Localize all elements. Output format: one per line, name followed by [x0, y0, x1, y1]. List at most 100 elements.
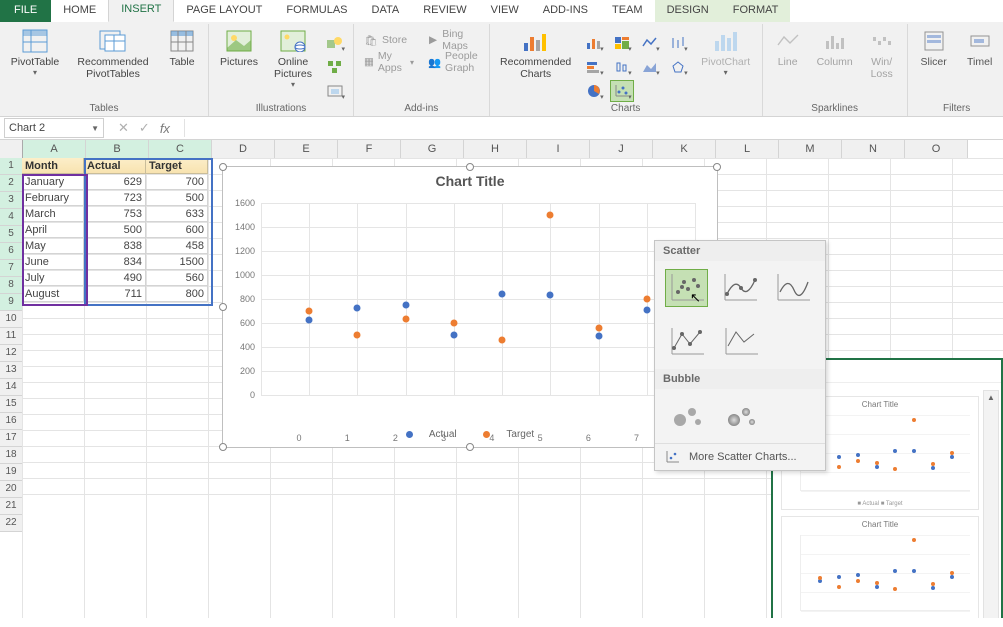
btn-sparkline-winloss[interactable]: Win/ Loss [863, 26, 901, 80]
opt-scatter-smooth[interactable] [772, 269, 815, 307]
more-scatter-charts[interactable]: More Scatter Charts... [655, 443, 825, 470]
fx-icon[interactable]: fx [160, 121, 170, 136]
data-point[interactable] [499, 291, 506, 298]
plot-area[interactable]: 020040060080010001200140016000123456789 [261, 203, 695, 395]
embedded-chart[interactable]: Chart Title 0200400600800100012001400160… [222, 166, 718, 448]
chart-legend[interactable]: Actual Target [223, 429, 717, 441]
btn-chart-scatter[interactable]: ▾ [610, 80, 634, 102]
tab-review[interactable]: REVIEW [411, 0, 478, 22]
style-thumb-2[interactable]: Chart Title■ Actual ■ Target [781, 516, 979, 618]
btn-recommended-charts[interactable]: Recommended Charts [496, 26, 576, 80]
tab-view[interactable]: VIEW [479, 0, 531, 22]
data-point[interactable] [402, 301, 409, 308]
formula-bar: Chart 2▼ ✕ ✓ fx [0, 117, 1003, 140]
scatter-smooth2-icon [774, 272, 812, 304]
formula-input[interactable] [184, 119, 1003, 137]
apps-icon: ▦ [364, 55, 374, 69]
btn-table[interactable]: Table [162, 26, 202, 68]
btn-chart-line[interactable]: ▾ [638, 32, 662, 54]
group-caption: Illustrations [209, 103, 353, 114]
tab-pagelayout[interactable]: PAGE LAYOUT [174, 0, 274, 22]
timeline-icon [965, 28, 995, 54]
worksheet[interactable]: ABCDEFGHIJKLMNO 123456789101112131415161… [0, 140, 1003, 618]
data-point[interactable] [643, 306, 650, 313]
btn-pivottable[interactable]: PivotTable▾ [6, 26, 64, 77]
data-point[interactable] [354, 332, 361, 339]
name-box[interactable]: Chart 2▼ [4, 118, 104, 138]
data-point[interactable] [499, 337, 506, 344]
btn-peoplegraph[interactable]: 👥People Graph [424, 52, 483, 72]
opt-bubble[interactable] [665, 397, 709, 435]
scatter-dropdown: Scatter ↖ Bubble More Scatter Charts... [654, 240, 826, 471]
btn-sparkline-column[interactable]: Column [813, 26, 857, 68]
data-point[interactable] [306, 316, 313, 323]
tab-formulas[interactable]: FORMULAS [274, 0, 359, 22]
sparkline-winloss-icon [867, 28, 897, 54]
btn-slicer[interactable]: Slicer [914, 26, 954, 68]
btn-myapps[interactable]: ▦My Apps ▾ [360, 52, 418, 72]
group-tables: PivotTable▾ Recommended PivotTables Tabl… [0, 24, 209, 116]
btn-chart-statistic[interactable]: ▾ [610, 56, 634, 78]
btn-chart-hierarchy[interactable]: ▾ [610, 32, 634, 54]
opt-scatter-smooth-markers[interactable] [718, 269, 761, 307]
store-icon: 🛍 [364, 33, 378, 47]
btn-recommended-pivottables[interactable]: Recommended PivotTables [70, 26, 156, 80]
tab-format[interactable]: FORMAT [721, 0, 791, 22]
online-pictures-icon [278, 28, 308, 54]
tab-file[interactable]: FILE [0, 0, 51, 22]
scatter-markers-icon [668, 272, 706, 304]
people-icon: 👥 [428, 55, 441, 69]
enter-icon[interactable]: ✓ [139, 120, 150, 136]
data-point[interactable] [595, 333, 602, 340]
group-addins: 🛍Store ▦My Apps ▾ ▶Bing Maps 👥People Gra… [354, 24, 490, 116]
btn-pictures[interactable]: Pictures [215, 26, 263, 68]
data-point[interactable] [450, 332, 457, 339]
pivotchart-icon [711, 28, 741, 54]
tab-addins[interactable]: ADD-INS [531, 0, 600, 22]
data-point[interactable] [643, 296, 650, 303]
opt-scatter-markers[interactable]: ↖ [665, 269, 708, 307]
btn-screenshot[interactable]: ▾ [323, 80, 347, 102]
data-point[interactable] [595, 324, 602, 331]
opt-bubble-3d[interactable] [719, 397, 763, 435]
btn-chart-bar[interactable]: ▾ [582, 56, 606, 78]
btn-chart-stock[interactable]: ▾ [666, 32, 690, 54]
group-sparklines: Line Column Win/ Loss Sparklines [763, 24, 908, 116]
btn-chart-radar[interactable]: ▾ [666, 56, 690, 78]
btn-sparkline-line[interactable]: Line [769, 26, 807, 68]
slicer-icon [919, 28, 949, 54]
tab-team[interactable]: TEAM [600, 0, 655, 22]
btn-chart-area[interactable]: ▾ [638, 56, 662, 78]
btn-timeline[interactable]: Timel [960, 26, 1000, 68]
tab-data[interactable]: DATA [360, 0, 412, 22]
pictures-icon [224, 28, 254, 54]
group-filters: Slicer Timel Filters [908, 24, 1003, 116]
btn-smartart[interactable] [323, 56, 347, 78]
data-point[interactable] [547, 212, 554, 219]
data-table[interactable]: MonthActualTargetJanuary629700February72… [22, 158, 208, 302]
btn-pivotchart[interactable]: PivotChart▾ [696, 26, 756, 77]
btn-store[interactable]: 🛍Store [360, 30, 418, 50]
tab-insert[interactable]: INSERT [108, 0, 174, 22]
btn-online-pictures[interactable]: Online Pictures▾ [269, 26, 317, 89]
data-point[interactable] [354, 305, 361, 312]
styles-scrollbar[interactable]: ▲▼ [983, 390, 999, 618]
data-point[interactable] [402, 316, 409, 323]
btn-shapes[interactable]: ▾ [323, 32, 347, 54]
bubble-icon [668, 400, 706, 432]
tab-design[interactable]: DESIGN [655, 0, 721, 22]
cancel-icon[interactable]: ✕ [118, 120, 129, 136]
data-point[interactable] [450, 320, 457, 327]
column-headers[interactable]: ABCDEFGHIJKLMNO [0, 140, 968, 158]
data-point[interactable] [306, 308, 313, 315]
opt-scatter-lines[interactable] [719, 323, 763, 361]
btn-chart-pie[interactable]: ▾ [582, 80, 606, 102]
opt-scatter-lines-markers[interactable] [665, 323, 709, 361]
data-point[interactable] [547, 291, 554, 298]
group-charts: Recommended Charts ▾ ▾ ▾ ▾ ▾ ▾ ▾ ▾ ▾ ▾ [490, 24, 763, 116]
row-headers[interactable]: 12345678910111213141516171819202122 [0, 158, 22, 532]
bubble3d-icon [722, 400, 760, 432]
btn-chart-column[interactable]: ▾ [582, 32, 606, 54]
tab-home[interactable]: HOME [51, 0, 108, 22]
btn-bingmaps[interactable]: ▶Bing Maps [424, 30, 483, 50]
